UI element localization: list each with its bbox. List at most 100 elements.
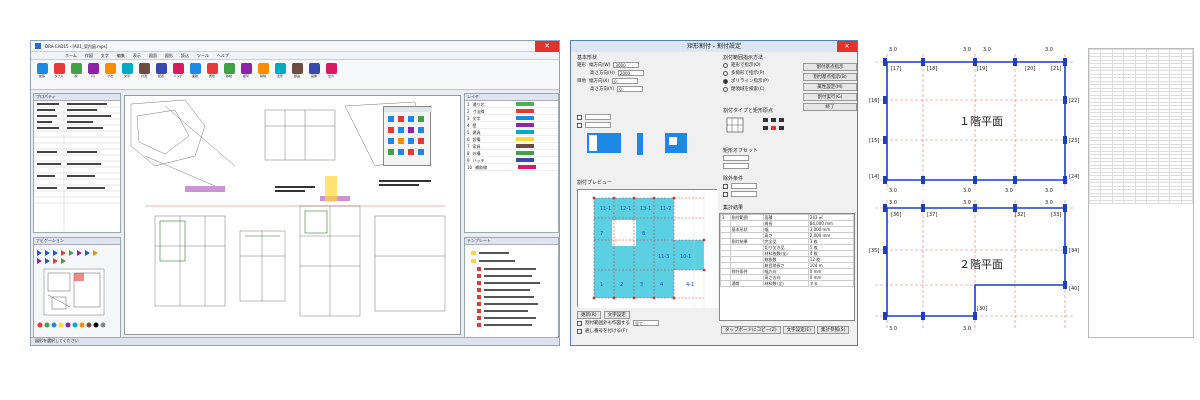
- drawing-canvas[interactable]: [124, 95, 461, 335]
- screenshot-collage: DRA-CAD15 - [A01_案内図.mps] ✕ ホーム 作図 文字 編集 表示図…: [0, 0, 1200, 400]
- exclude-h-input[interactable]: [731, 191, 757, 197]
- method-label: ポリライン指示(P): [731, 78, 769, 84]
- menu-item[interactable]: 読込: [181, 53, 189, 58]
- exclude-group: 除外条件: [723, 177, 857, 198]
- layer-number: 3: [467, 115, 470, 121]
- ribbon-button[interactable]: 部品: [290, 63, 304, 85]
- ribbon-button[interactable]: 拡張: [35, 63, 49, 85]
- action-button[interactable]: 割付基点指示: [803, 63, 857, 71]
- navigator-tools[interactable]: [34, 245, 120, 340]
- close-button[interactable]: ✕: [535, 41, 559, 52]
- layer-row[interactable]: 7 家具: [465, 143, 558, 150]
- ribbon-button[interactable]: 移動: [222, 63, 236, 85]
- ribbon-button[interactable]: 出力: [324, 63, 338, 85]
- method-option[interactable]: 矩形で指示(O): [723, 61, 803, 69]
- ribbon-button[interactable]: 線: [69, 63, 83, 85]
- opt-cut-checkbox[interactable]: [577, 320, 582, 326]
- bottom-button[interactable]: 集計参照(S): [816, 326, 850, 334]
- grid-w-input[interactable]: 0: [612, 78, 639, 84]
- menu-item[interactable]: ヘルプ: [217, 53, 229, 58]
- method-option[interactable]: 閉領域を検索(C): [723, 85, 803, 93]
- ribbon-label: 移動: [225, 74, 232, 78]
- update-button[interactable]: 更新(R): [577, 311, 601, 319]
- ribbon-button[interactable]: 変形: [273, 63, 287, 85]
- ribbon-button[interactable]: 複写: [239, 63, 253, 85]
- opt-num-checkbox[interactable]: [577, 328, 582, 334]
- layer-row[interactable]: 1 通り芯: [465, 101, 558, 108]
- ribbon-button[interactable]: 属性: [205, 63, 219, 85]
- layer-row[interactable]: 4壁: [465, 122, 558, 129]
- width-repeat-checkbox[interactable]: [577, 114, 582, 120]
- exclude-w-input[interactable]: [731, 183, 757, 189]
- method-radio[interactable]: [723, 62, 728, 68]
- layer-color-swatch: [518, 165, 537, 169]
- offset-h-input[interactable]: [723, 163, 749, 169]
- exclude-w-checkbox[interactable]: [723, 183, 728, 189]
- ribbon-button[interactable]: 画像: [307, 63, 321, 85]
- height-input[interactable]: 2000: [617, 70, 644, 76]
- method-radio[interactable]: [723, 78, 728, 84]
- menu-item[interactable]: ホーム: [65, 53, 77, 58]
- offset-w-input[interactable]: [723, 155, 749, 161]
- text-setting-button[interactable]: 文字設定: [603, 311, 630, 319]
- ribbon-button[interactable]: 円: [86, 63, 100, 85]
- action-button[interactable]: 割付基点指示(B): [803, 73, 857, 81]
- menu-item[interactable]: 作図: [85, 53, 93, 58]
- dialog-close-button[interactable]: ✕: [837, 41, 857, 52]
- menu-item[interactable]: 文字: [101, 53, 109, 58]
- bottom-button[interactable]: 文字設定(E): [782, 326, 815, 334]
- filter-combo[interactable]: 全て: [633, 320, 659, 326]
- action-button[interactable]: 割付実行(G): [803, 93, 857, 101]
- layer-row[interactable]: 9 ハッチ: [465, 157, 558, 164]
- method-radio[interactable]: [723, 86, 728, 92]
- ribbon-button[interactable]: 計測: [137, 63, 151, 85]
- ribbon-tool-icon: [189, 63, 201, 74]
- layer-row[interactable]: 5 建具: [465, 129, 558, 136]
- layer-row[interactable]: 6 設備: [465, 136, 558, 143]
- result-cell: [720, 280, 731, 287]
- floating-toolbox[interactable]: [383, 106, 432, 166]
- ribbon-label: 属性: [208, 74, 215, 78]
- layer-row[interactable]: 3 文字: [465, 115, 558, 122]
- template-tree[interactable]: [465, 245, 558, 340]
- exclude-h-checkbox[interactable]: [723, 191, 728, 197]
- repeat-w-input[interactable]: [585, 114, 611, 120]
- ribbon-button[interactable]: 配置: [154, 63, 168, 85]
- layer-row[interactable]: 2 寸法線: [465, 108, 558, 115]
- menu-item[interactable]: 編集: [117, 53, 125, 58]
- bottom-button[interactable]: タップボードにコピー(Z): [721, 326, 781, 334]
- repeat-h-input[interactable]: [585, 122, 611, 128]
- height-repeat-checkbox[interactable]: [577, 122, 582, 128]
- ribbon-button[interactable]: 削除: [256, 63, 270, 85]
- ribbon-button[interactable]: ダブル: [52, 63, 66, 85]
- svg-text:4-1: 4-1: [686, 282, 694, 288]
- menu-item[interactable]: ツール: [197, 53, 209, 58]
- opt-num-label: 通し番号を付ける(F): [585, 328, 628, 334]
- ribbon-button[interactable]: 文字: [120, 63, 134, 85]
- method-radio[interactable]: [723, 70, 728, 76]
- width-input[interactable]: 3000: [613, 62, 640, 68]
- ribbon-label: 文字: [123, 74, 130, 78]
- layer-name: 設備: [472, 136, 481, 142]
- method-group: 割付範囲指示方法 矩形で指示(O) 多角形で指示(P) ポリライン指示(P) 閉領域を…: [723, 56, 803, 93]
- method-option[interactable]: ポリライン指示(P): [723, 77, 803, 85]
- type-icons[interactable]: [723, 114, 853, 144]
- menu-item[interactable]: 図形: [165, 53, 173, 58]
- ribbon-label: 計測: [140, 74, 147, 78]
- menu-item[interactable]: 表示: [133, 53, 141, 58]
- grid-h-input[interactable]: 0: [617, 86, 644, 92]
- ribbon-button[interactable]: ハッチ: [171, 63, 185, 85]
- layer-row[interactable]: 10 補助線: [465, 164, 558, 171]
- status-bar: 図形を選択してください: [31, 337, 559, 345]
- grid-w-label: 幅方向(X): [589, 78, 610, 84]
- ribbon-button[interactable]: 寸法: [103, 63, 117, 85]
- ribbon-button[interactable]: 面積: [188, 63, 202, 85]
- svg-text:[14]: [14]: [869, 174, 879, 180]
- layer-color-swatch: [515, 130, 534, 134]
- method-option[interactable]: 多角形で指示(P): [723, 69, 803, 77]
- layer-row[interactable]: 8 外構: [465, 150, 558, 157]
- svg-text:7: 7: [600, 231, 603, 237]
- action-button[interactable]: 属性設定(M): [803, 83, 857, 91]
- ribbon-label: 画像: [310, 74, 317, 78]
- menu-item[interactable]: 図面: [149, 53, 157, 58]
